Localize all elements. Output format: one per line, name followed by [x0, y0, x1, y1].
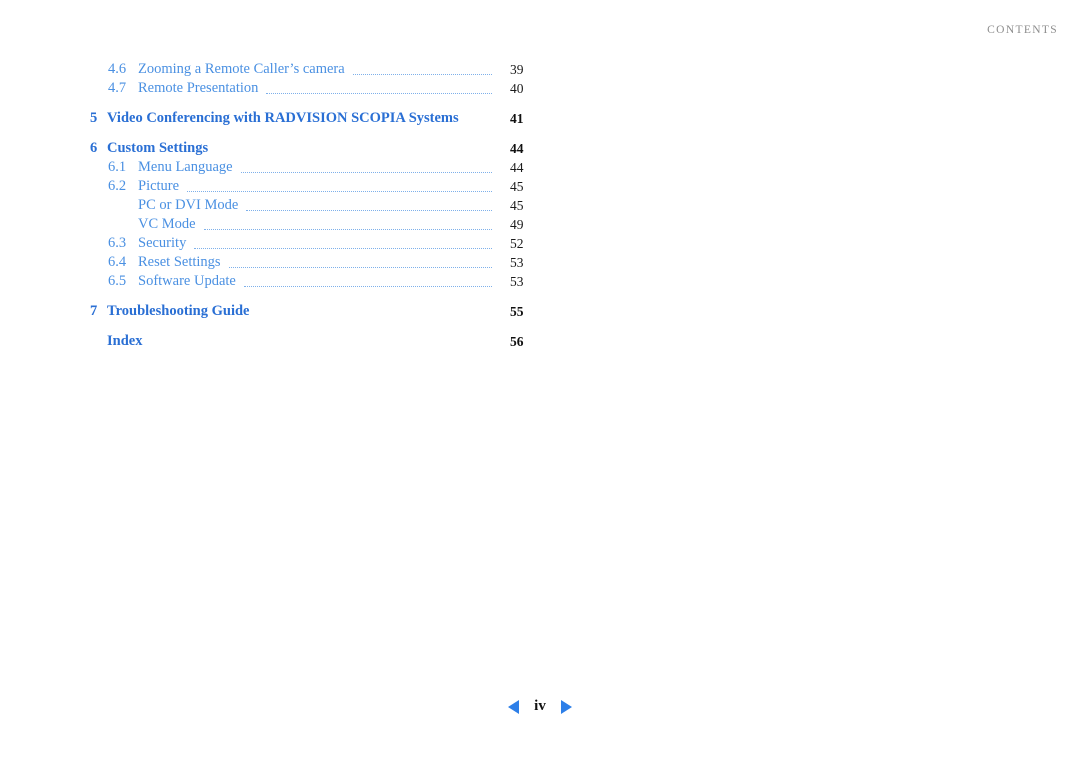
- toc-entry-page-number: 55: [506, 302, 524, 321]
- toc-entry-page-number: 40: [506, 79, 524, 98]
- toc-entry-title[interactable]: Troubleshooting Guide: [107, 302, 256, 321]
- toc-entry-title[interactable]: Remote Presentation: [138, 79, 265, 98]
- toc-entry[interactable]: VC Mode 49: [0, 215, 1080, 234]
- toc-entry[interactable]: 4.7 Remote Presentation 40: [0, 79, 1080, 98]
- toc-entry-page-number: 45: [506, 177, 524, 196]
- page-navigation: iv: [0, 698, 1080, 715]
- toc-entry[interactable]: 6.3 Security 52: [0, 234, 1080, 253]
- toc-entry-page-number: 44: [506, 139, 524, 158]
- toc-entry-number: 6: [90, 140, 98, 156]
- toc-entry-page-number: 49: [506, 215, 524, 234]
- toc-entry[interactable]: 6.2 Picture 45: [0, 177, 1080, 196]
- triangle-right-icon[interactable]: [561, 699, 572, 714]
- toc-entry-title[interactable]: PC or DVI Mode: [138, 196, 245, 215]
- toc-entry[interactable]: 7 Troubleshooting Guide 55: [0, 302, 1080, 321]
- toc-entry-page-number: 56: [506, 332, 524, 351]
- toc-entry-title[interactable]: Reset Settings: [138, 253, 227, 272]
- toc-entry-page-number: 53: [506, 253, 524, 272]
- toc-entry-title[interactable]: Video Conferencing with RADVISION SCOPIA…: [107, 109, 465, 128]
- toc-entry[interactable]: Index 56: [0, 332, 1080, 351]
- toc-entry-page-number: 45: [506, 196, 524, 215]
- toc-entry-title[interactable]: VC Mode: [138, 215, 202, 234]
- toc-entry-title[interactable]: Picture: [138, 177, 186, 196]
- running-head: CONTENTS: [987, 24, 1058, 36]
- toc-entry-number: 7: [90, 303, 98, 319]
- toc-entry[interactable]: 5 Video Conferencing with RADVISION SCOPI…: [0, 109, 1080, 128]
- toc-entry-page-number: 39: [506, 60, 524, 79]
- toc-entry-title[interactable]: Zooming a Remote Caller’s camera: [138, 60, 351, 79]
- toc-entry-title[interactable]: Security: [138, 234, 193, 253]
- table-of-contents: 4.6 Zooming a Remote Caller’s camera 39 4.7…: [0, 60, 1080, 351]
- toc-entry[interactable]: 6.1 Menu Language 44: [0, 158, 1080, 177]
- toc-entry[interactable]: 6.4 Reset Settings 53: [0, 253, 1080, 272]
- toc-entry-page-number: 44: [506, 158, 524, 177]
- toc-entry-title[interactable]: Custom Settings: [107, 139, 215, 158]
- toc-entry[interactable]: 6 Custom Settings 44: [0, 139, 1080, 158]
- toc-entry[interactable]: PC or DVI Mode 45: [0, 196, 1080, 215]
- toc-entry-page-number: 41: [506, 109, 524, 128]
- toc-entry-title[interactable]: Software Update: [138, 272, 242, 291]
- folio-page-number: iv: [534, 698, 546, 714]
- toc-entry[interactable]: 6.5 Software Update 53: [0, 272, 1080, 291]
- toc-entry-page-number: 53: [506, 272, 524, 291]
- toc-entry-title[interactable]: Menu Language: [138, 158, 239, 177]
- toc-entry-page-number: 52: [506, 234, 524, 253]
- toc-entry-number: 5: [90, 110, 98, 126]
- triangle-left-icon[interactable]: [508, 699, 519, 714]
- toc-entry[interactable]: 4.6 Zooming a Remote Caller’s camera 39: [0, 60, 1080, 79]
- toc-entry-title[interactable]: Index: [107, 332, 149, 351]
